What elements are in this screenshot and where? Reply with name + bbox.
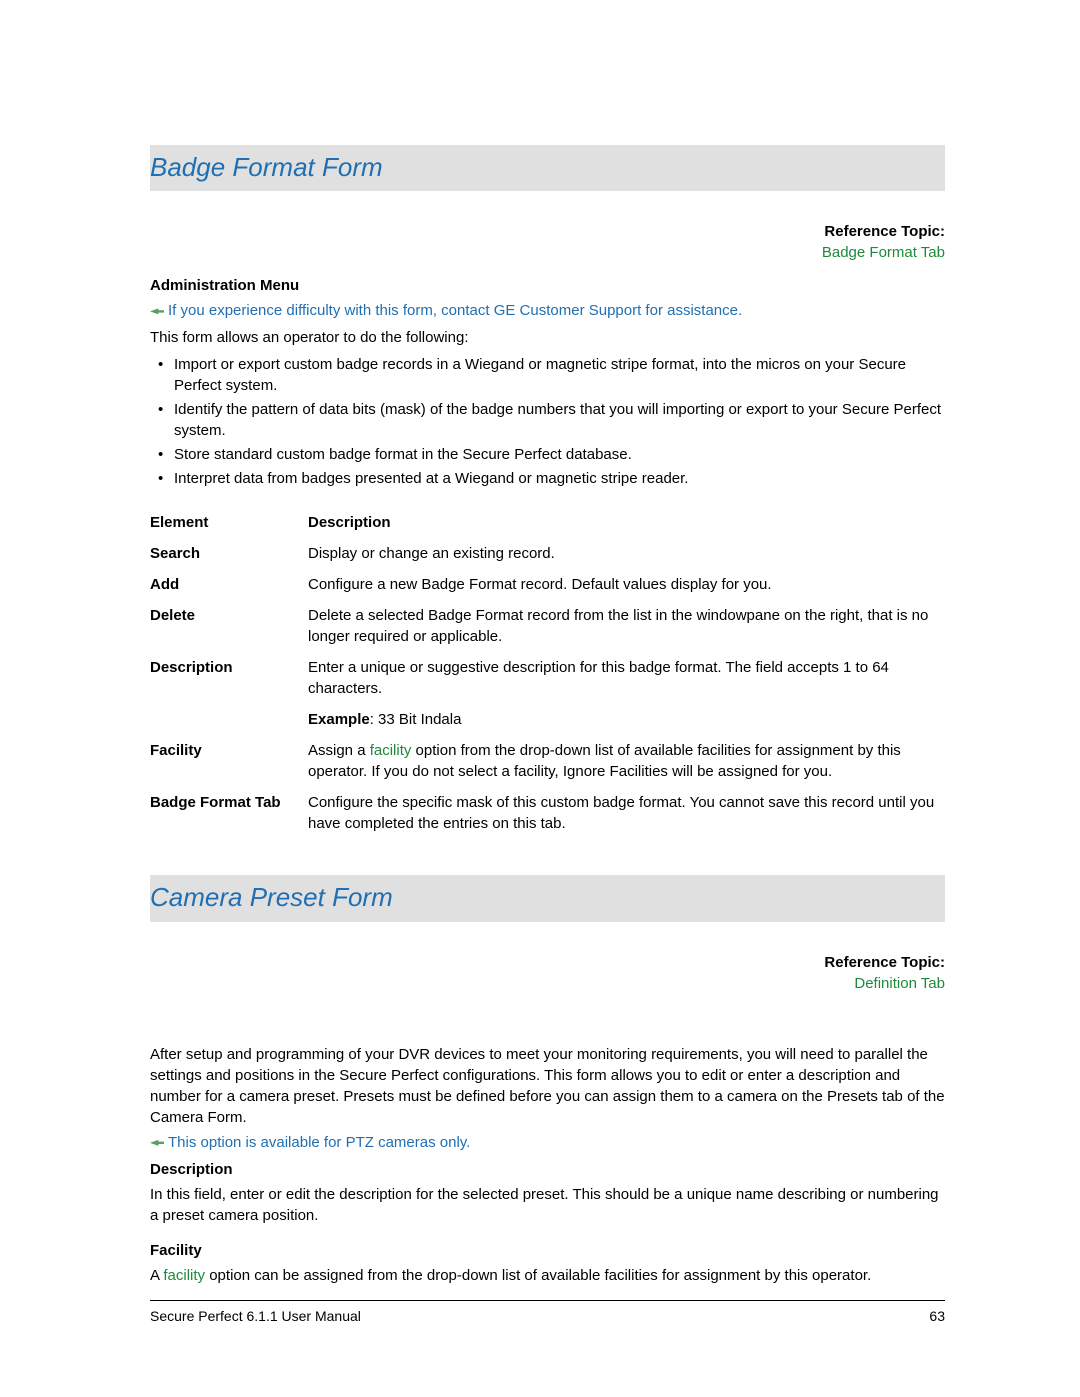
table-row: Delete Delete a selected Badge Format re… xyxy=(150,600,945,652)
table-cell-element: Facility xyxy=(150,735,308,787)
reference-topic-label: Reference Topic: xyxy=(150,221,945,242)
support-note: If you experience difficulty with this f… xyxy=(150,300,945,321)
reference-topic-link-badge-format-tab[interactable]: Badge Format Tab xyxy=(822,244,945,261)
bullet-item: Interpret data from badges presented at … xyxy=(172,468,945,489)
page-footer: Secure Perfect 6.1.1 User Manual 63 xyxy=(150,1300,945,1327)
facility-link[interactable]: facility xyxy=(163,1267,205,1284)
section-heading-badge-format: Badge Format Form xyxy=(150,145,945,191)
note-icon xyxy=(150,1136,164,1150)
reference-topic-label: Reference Topic: xyxy=(150,952,945,973)
example-text: : 33 Bit Indala xyxy=(370,711,462,728)
table-cell-element: Add xyxy=(150,569,308,600)
description-paragraph: In this field, enter or edit the descrip… xyxy=(150,1184,945,1226)
note-icon xyxy=(150,304,164,318)
camera-preset-intro: After setup and programming of your DVR … xyxy=(150,1044,945,1128)
reference-topic-link-definition-tab[interactable]: Definition Tab xyxy=(854,975,945,992)
section-heading-camera-preset: Camera Preset Form xyxy=(150,875,945,921)
support-note-text: If you experience difficulty with this f… xyxy=(168,302,742,319)
ptz-note-text: This option is available for PTZ cameras… xyxy=(168,1134,470,1151)
bullet-item: Import or export custom badge records in… xyxy=(172,354,945,396)
table-cell-element: Delete xyxy=(150,600,308,652)
footer-manual-title: Secure Perfect 6.1.1 User Manual xyxy=(150,1308,361,1324)
table-header-element: Element xyxy=(150,507,308,538)
table-cell-description: Assign a facility option from the drop-d… xyxy=(308,735,945,787)
table-header-row: Element Description xyxy=(150,507,945,538)
facility-heading: Facility xyxy=(150,1240,945,1261)
intro-paragraph: This form allows an operator to do the f… xyxy=(150,327,945,348)
table-row: Add Configure a new Badge Format record.… xyxy=(150,569,945,600)
facility-link[interactable]: facility xyxy=(370,742,412,759)
table-cell-description: Delete a selected Badge Format record fr… xyxy=(308,600,945,652)
ptz-note: This option is available for PTZ cameras… xyxy=(150,1132,945,1153)
table-cell-description: Configure the specific mask of this cust… xyxy=(308,787,945,839)
table-cell-description: Configure a new Badge Format record. Def… xyxy=(308,569,945,600)
table-row: Facility Assign a facility option from t… xyxy=(150,735,945,787)
table-row: Description Enter a unique or suggestive… xyxy=(150,652,945,735)
table-row: Search Display or change an existing rec… xyxy=(150,538,945,569)
elements-table: Element Description Search Display or ch… xyxy=(150,507,945,839)
description-heading: Description xyxy=(150,1159,945,1180)
facility-paragraph: A facility option can be assigned from t… xyxy=(150,1265,945,1286)
bullet-item: Store standard custom badge format in th… xyxy=(172,444,945,465)
bullet-item: Identify the pattern of data bits (mask)… xyxy=(172,399,945,441)
table-row: Badge Format Tab Configure the specific … xyxy=(150,787,945,839)
example-label: Example xyxy=(308,711,370,728)
table-header-description: Description xyxy=(308,507,945,538)
table-cell-description: Display or change an existing record. xyxy=(308,538,945,569)
administration-menu-heading: Administration Menu xyxy=(150,275,945,296)
table-cell-description: Enter a unique or suggestive description… xyxy=(308,652,945,735)
intro-bullet-list: Import or export custom badge records in… xyxy=(150,354,945,489)
reference-topic-block-1: Reference Topic: Badge Format Tab xyxy=(150,221,945,263)
table-cell-element: Search xyxy=(150,538,308,569)
table-cell-element: Description xyxy=(150,652,308,735)
footer-page-number: 63 xyxy=(929,1307,945,1327)
reference-topic-block-2: Reference Topic: Definition Tab xyxy=(150,952,945,994)
table-cell-element: Badge Format Tab xyxy=(150,787,308,839)
